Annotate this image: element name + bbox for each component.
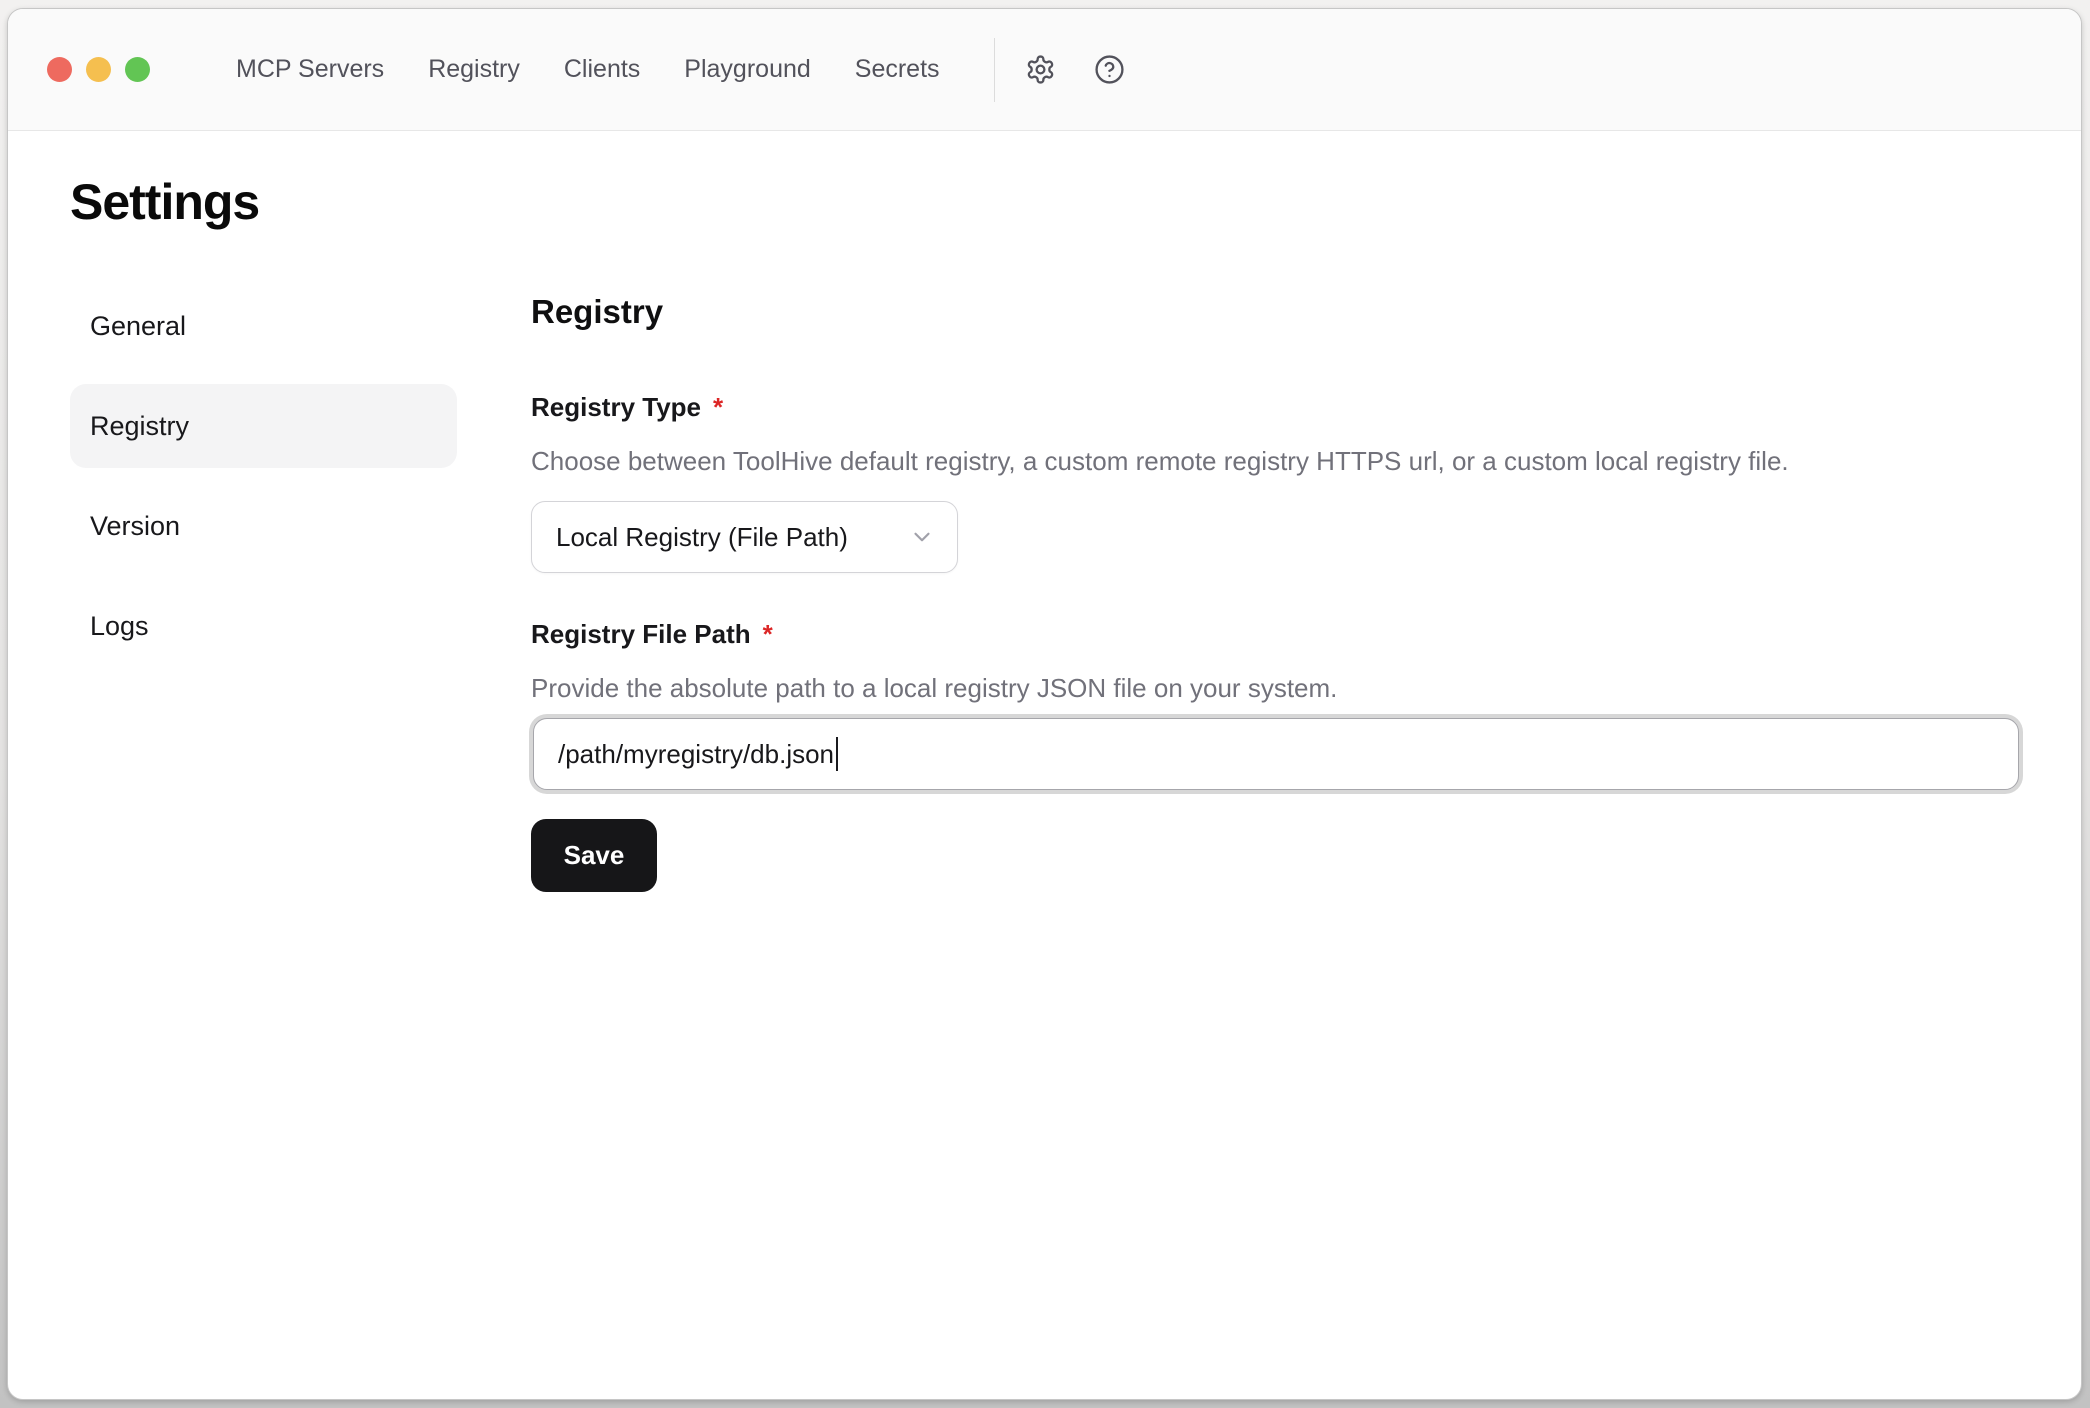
registry-file-path-value: /path/myregistry/db.json bbox=[558, 739, 834, 770]
main-nav: MCP Servers Registry Clients Playground … bbox=[236, 55, 940, 84]
maximize-window-button[interactable] bbox=[125, 57, 150, 82]
sidebar-item-general[interactable]: General bbox=[70, 284, 457, 368]
nav-item-clients[interactable]: Clients bbox=[564, 55, 640, 84]
help-icon[interactable] bbox=[1094, 54, 1125, 85]
registry-file-path-input[interactable]: /path/myregistry/db.json bbox=[533, 718, 2019, 790]
registry-type-label: Registry Type* bbox=[531, 391, 2021, 423]
nav-item-playground[interactable]: Playground bbox=[684, 55, 810, 84]
app-window: MCP Servers Registry Clients Playground … bbox=[7, 8, 2082, 1400]
sidebar-item-version[interactable]: Version bbox=[70, 484, 457, 568]
sidebar-item-registry[interactable]: Registry bbox=[70, 384, 457, 468]
registry-file-path-label: Registry File Path* bbox=[531, 618, 2021, 650]
sidebar-item-label: Version bbox=[90, 511, 180, 542]
page-title: Settings bbox=[70, 173, 2081, 231]
window-controls bbox=[47, 57, 150, 82]
nav-item-secrets[interactable]: Secrets bbox=[855, 55, 940, 84]
sidebar-item-label: General bbox=[90, 311, 186, 342]
registry-file-path-description: Provide the absolute path to a local reg… bbox=[531, 673, 2021, 704]
titlebar: MCP Servers Registry Clients Playground … bbox=[8, 9, 2081, 131]
registry-settings-panel: Registry Registry Type* Choose between T… bbox=[531, 284, 2021, 892]
nav-item-mcp-servers[interactable]: MCP Servers bbox=[236, 55, 384, 84]
settings-sidebar: General Registry Version Logs bbox=[70, 284, 457, 892]
registry-type-selected-value: Local Registry (File Path) bbox=[556, 522, 848, 553]
save-button[interactable]: Save bbox=[531, 819, 657, 892]
close-window-button[interactable] bbox=[47, 57, 72, 82]
sidebar-item-label: Logs bbox=[90, 611, 149, 642]
panel-heading: Registry bbox=[531, 292, 2021, 332]
titlebar-divider bbox=[994, 38, 995, 102]
gear-icon[interactable] bbox=[1025, 54, 1056, 85]
minimize-window-button[interactable] bbox=[86, 57, 111, 82]
sidebar-item-logs[interactable]: Logs bbox=[70, 584, 457, 668]
chevron-down-icon bbox=[909, 524, 935, 550]
required-marker: * bbox=[713, 392, 723, 422]
nav-item-registry[interactable]: Registry bbox=[428, 55, 520, 84]
text-caret bbox=[836, 737, 838, 771]
registry-type-select[interactable]: Local Registry (File Path) bbox=[531, 501, 958, 573]
registry-type-description: Choose between ToolHive default registry… bbox=[531, 446, 2021, 477]
sidebar-item-label: Registry bbox=[90, 411, 189, 442]
required-marker: * bbox=[763, 619, 773, 649]
